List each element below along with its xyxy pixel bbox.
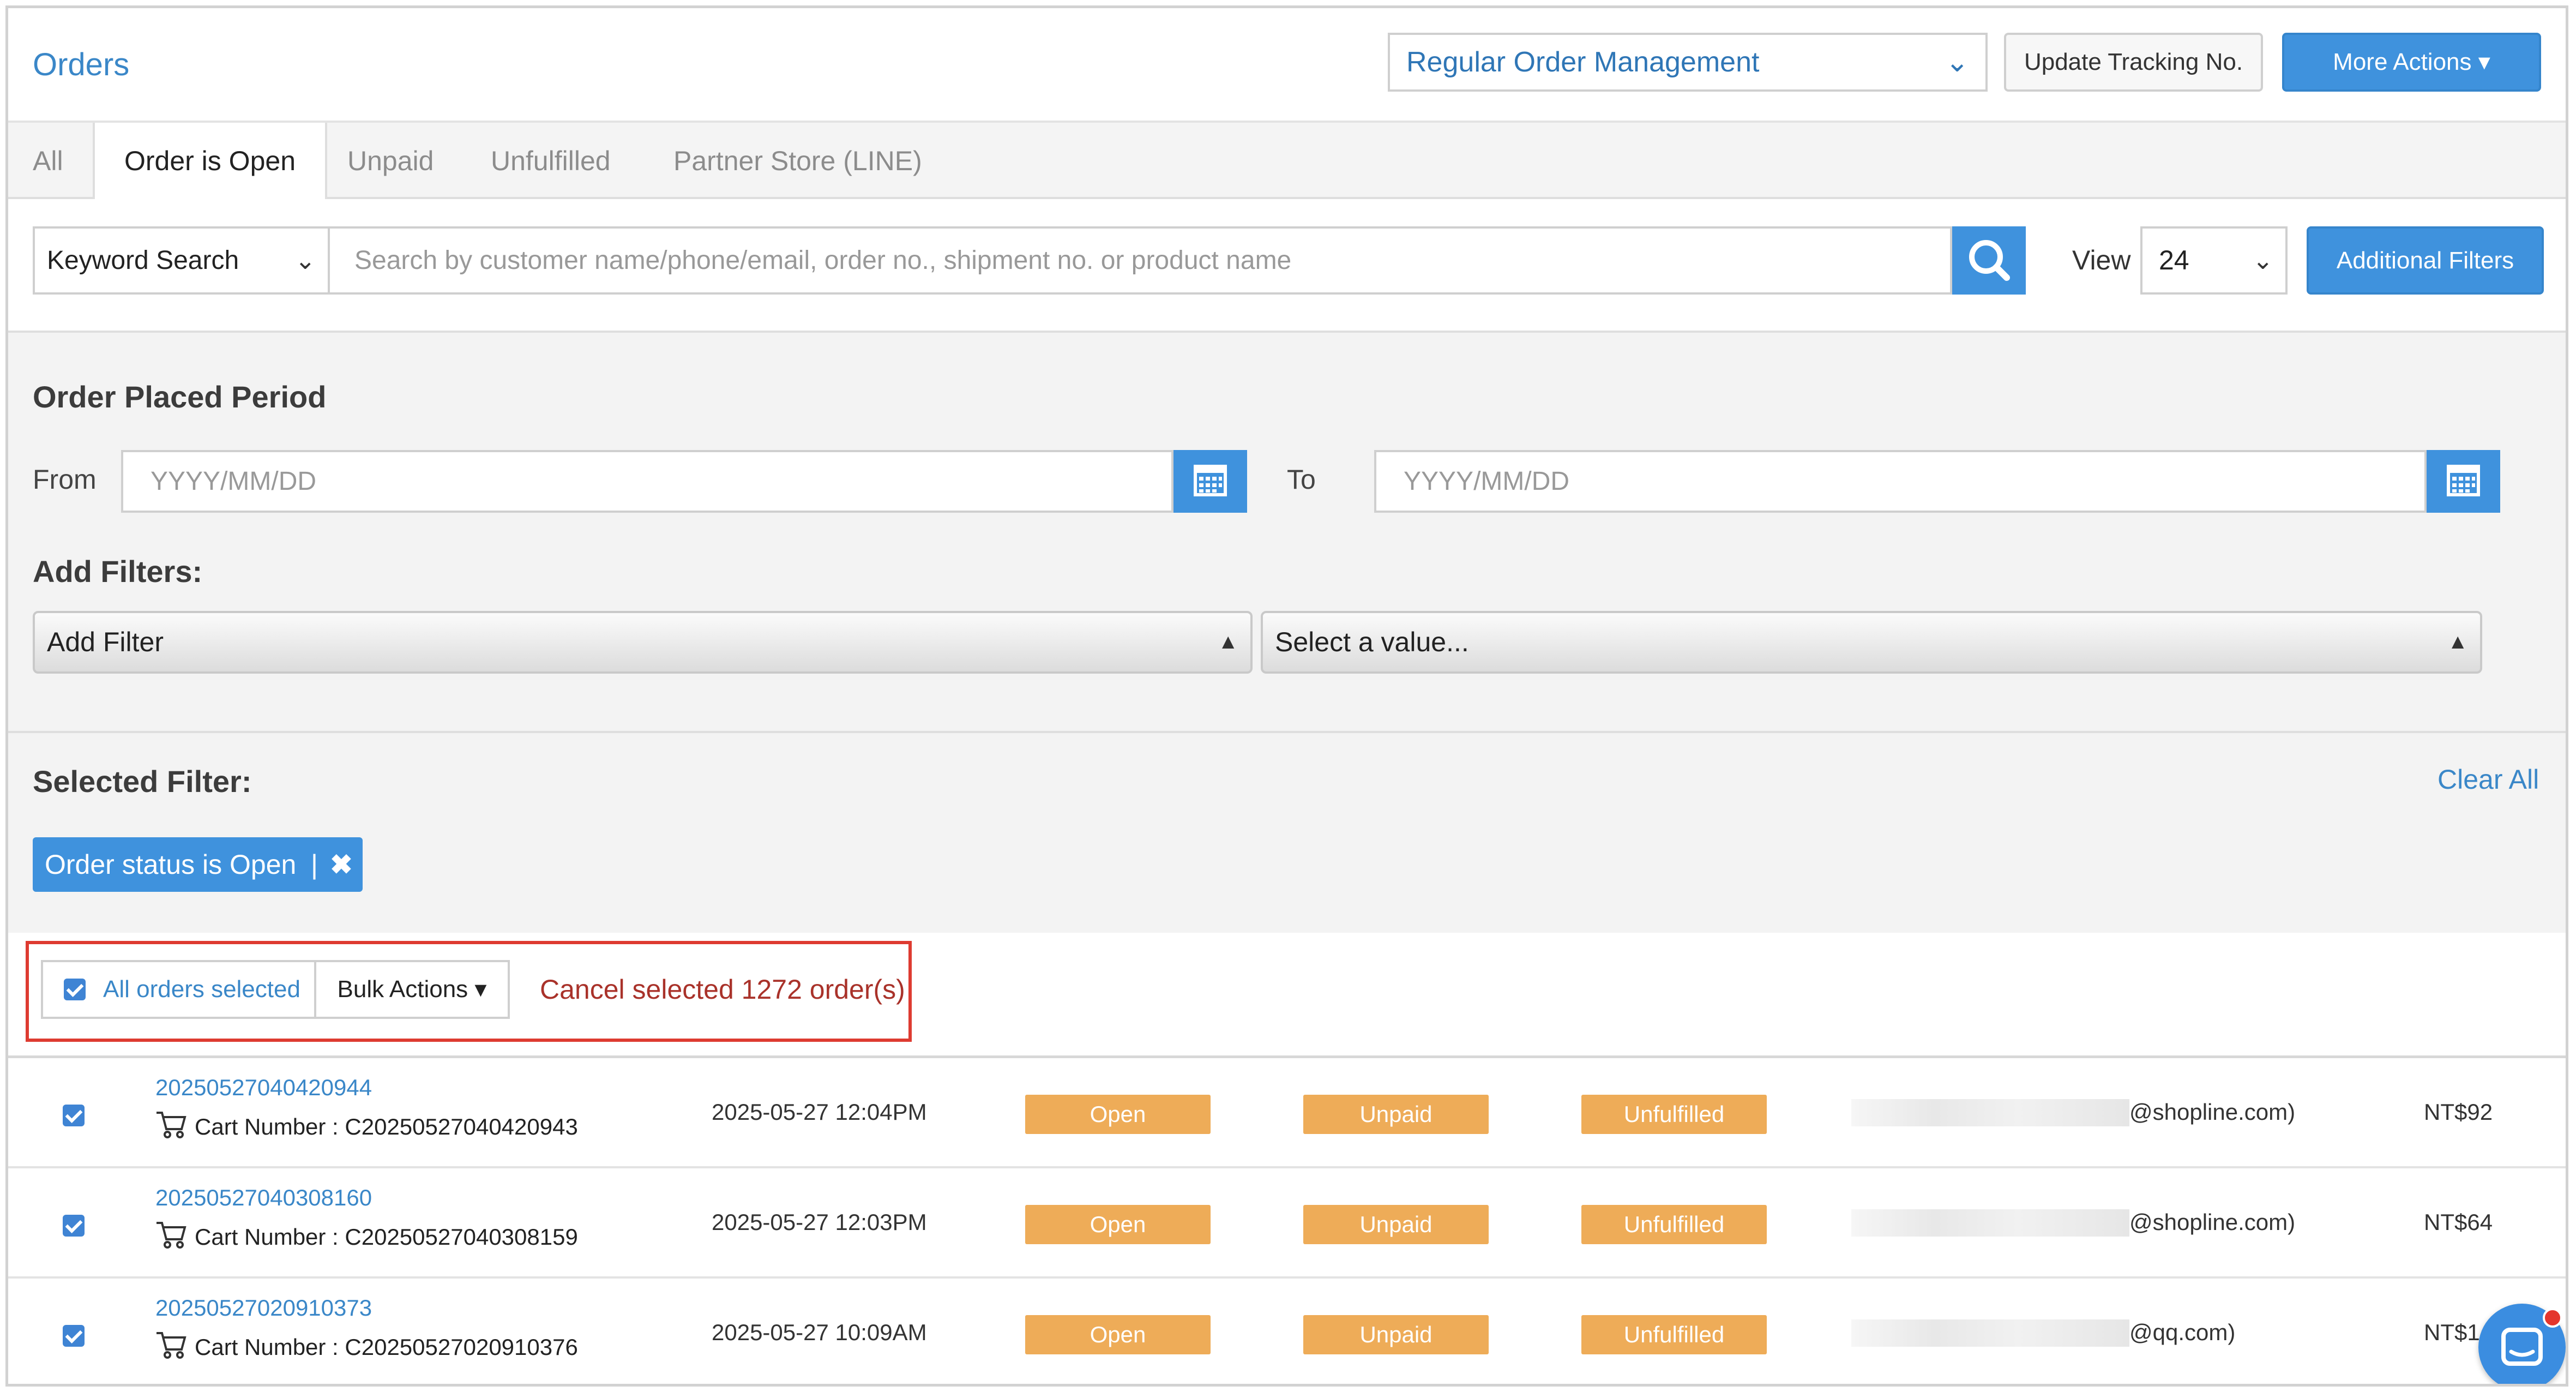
cart-icon: [157, 1332, 186, 1359]
delivery-status-badge: Unfulfilled: [1581, 1095, 1767, 1134]
tab-all[interactable]: All: [33, 123, 63, 199]
order-total: NT$92: [2424, 1099, 2493, 1125]
redacted-customer: [1851, 1099, 2129, 1126]
order-date: 2025-05-27 10:09AM: [712, 1319, 927, 1345]
order-management-select[interactable]: Regular Order Management ⌄: [1388, 33, 1988, 92]
cart-icon: [157, 1222, 186, 1249]
filter-value-placeholder: Select a value...: [1275, 627, 1469, 657]
tab-unfulfilled[interactable]: Unfulfilled: [491, 123, 611, 199]
table-row: 20250527020910373 Cart Number : C2025052…: [8, 1279, 2566, 1384]
to-calendar-button[interactable]: [2427, 450, 2500, 513]
row-checkbox[interactable]: [63, 1325, 85, 1347]
order-number-link[interactable]: 20250527040420944: [155, 1075, 372, 1101]
add-filters-heading: Add Filters:: [33, 554, 203, 589]
to-label: To: [1287, 464, 1316, 495]
from-date-input[interactable]: YYYY/MM/DD: [121, 450, 1173, 513]
tab-order-is-open[interactable]: Order is Open: [93, 123, 327, 201]
delivery-status-badge: Unfulfilled: [1581, 1315, 1767, 1354]
order-placed-period-heading: Order Placed Period: [33, 380, 327, 414]
order-date: 2025-05-27 12:03PM: [712, 1209, 927, 1235]
chevron-down-icon: ⌄: [2252, 246, 2273, 274]
add-filter-select[interactable]: Add Filter ▲︎: [33, 611, 1253, 674]
order-management-value: Regular Order Management: [1406, 46, 1760, 78]
sort-arrows-icon: ▲︎: [2447, 631, 2468, 653]
filter-chip-label: Order status is Open: [45, 849, 297, 880]
cart-number-label: Cart Number : C20250527040420943: [195, 1114, 578, 1139]
checkbox-checked-icon[interactable]: [64, 979, 86, 1000]
chip-separator: |: [311, 849, 318, 880]
filter-value-select[interactable]: Select a value... ▲︎: [1261, 611, 2482, 674]
search-type-select[interactable]: Keyword Search ⌄: [33, 226, 330, 295]
selected-filter-heading: Selected Filter:: [33, 764, 252, 799]
cart-number: Cart Number : C20250527040308159: [155, 1221, 578, 1250]
payment-status-badge: Unpaid: [1303, 1095, 1489, 1134]
view-count-value: 24: [2159, 245, 2189, 275]
cancel-selection-link[interactable]: Cancel selected 1272 order(s): [540, 960, 905, 1019]
order-status-badge: Open: [1025, 1095, 1211, 1134]
cart-number: Cart Number : C20250527040420943: [155, 1111, 578, 1140]
order-total: NT$1: [2424, 1319, 2480, 1345]
customer-email: @shopline.com): [2129, 1209, 2296, 1235]
select-all-toggle[interactable]: All orders selected: [41, 960, 316, 1019]
more-actions-button[interactable]: More Actions ▾: [2282, 33, 2541, 92]
orders-page: Orders Regular Order Management ⌄ Update…: [5, 5, 2568, 1387]
redacted-customer: [1851, 1209, 2129, 1237]
add-filter-value: Add Filter: [47, 627, 164, 657]
order-tabs: All Order is Open Unpaid Unfulfilled Par…: [8, 123, 2566, 201]
search-input[interactable]: Search by customer name/phone/email, ord…: [330, 226, 1952, 295]
selected-filter-chip: Order status is Open | ✖: [33, 837, 363, 892]
order-number-link[interactable]: 20250527020910373: [155, 1295, 372, 1321]
to-date-input[interactable]: YYYY/MM/DD: [1374, 450, 2427, 513]
filters-panel: Order Placed Period From YYYY/MM/DD To Y…: [8, 333, 2566, 933]
chat-launcher-button[interactable]: [2478, 1304, 2566, 1384]
order-date: 2025-05-27 12:04PM: [712, 1099, 927, 1125]
order-total: NT$64: [2424, 1209, 2493, 1235]
view-label: View: [2072, 245, 2131, 275]
table-row: 20250527040308160 Cart Number : C2025052…: [8, 1168, 2566, 1279]
chevron-down-icon: ⌄: [294, 246, 316, 274]
calendar-icon: [2447, 465, 2480, 496]
order-status-badge: Open: [1025, 1205, 1211, 1244]
row-checkbox[interactable]: [63, 1105, 85, 1126]
page-header: Orders Regular Order Management ⌄ Update…: [8, 8, 2566, 123]
clear-all-link[interactable]: Clear All: [2437, 764, 2539, 795]
calendar-icon: [1194, 465, 1227, 496]
tab-unpaid[interactable]: Unpaid: [347, 123, 434, 199]
chevron-down-icon: ⌄: [1945, 46, 1969, 78]
selection-bar: All orders selected Bulk Actions ▾ Cance…: [8, 933, 2566, 1058]
filters-divider: [8, 731, 2566, 733]
notification-dot: [2543, 1308, 2562, 1328]
row-checkbox[interactable]: [63, 1215, 85, 1237]
customer-email: @shopline.com): [2129, 1099, 2296, 1125]
customer-email: @qq.com): [2129, 1319, 2236, 1345]
additional-filters-button[interactable]: Additional Filters: [2307, 226, 2544, 295]
search-icon: [1969, 240, 2010, 281]
cart-number-label: Cart Number : C20250527040308159: [195, 1224, 578, 1250]
search-bar: Keyword Search ⌄ Search by customer name…: [8, 199, 2566, 333]
update-tracking-button[interactable]: Update Tracking No.: [2004, 33, 2263, 92]
order-status-badge: Open: [1025, 1315, 1211, 1354]
page-title: Orders: [33, 47, 130, 82]
close-icon[interactable]: ✖: [330, 837, 353, 892]
cart-number: Cart Number : C20250527020910376: [155, 1331, 578, 1360]
search-button[interactable]: [1952, 226, 2026, 295]
redacted-customer: [1851, 1319, 2129, 1347]
payment-status-badge: Unpaid: [1303, 1205, 1489, 1244]
all-orders-selected-label: All orders selected: [103, 976, 300, 1003]
table-row: 20250527040420944 Cart Number : C2025052…: [8, 1058, 2566, 1168]
delivery-status-badge: Unfulfilled: [1581, 1205, 1767, 1244]
search-type-value: Keyword Search: [47, 246, 239, 275]
bulk-actions-button[interactable]: Bulk Actions ▾: [316, 960, 510, 1019]
order-number-link[interactable]: 20250527040308160: [155, 1185, 372, 1211]
payment-status-badge: Unpaid: [1303, 1315, 1489, 1354]
from-calendar-button[interactable]: [1173, 450, 1247, 513]
cart-icon: [157, 1112, 186, 1138]
view-count-select[interactable]: 24 ⌄: [2140, 226, 2288, 295]
tab-partner-store[interactable]: Partner Store (LINE): [673, 123, 922, 199]
sort-arrows-icon: ▲︎: [1218, 631, 1238, 653]
cart-number-label: Cart Number : C20250527020910376: [195, 1334, 578, 1360]
from-label: From: [33, 464, 97, 495]
